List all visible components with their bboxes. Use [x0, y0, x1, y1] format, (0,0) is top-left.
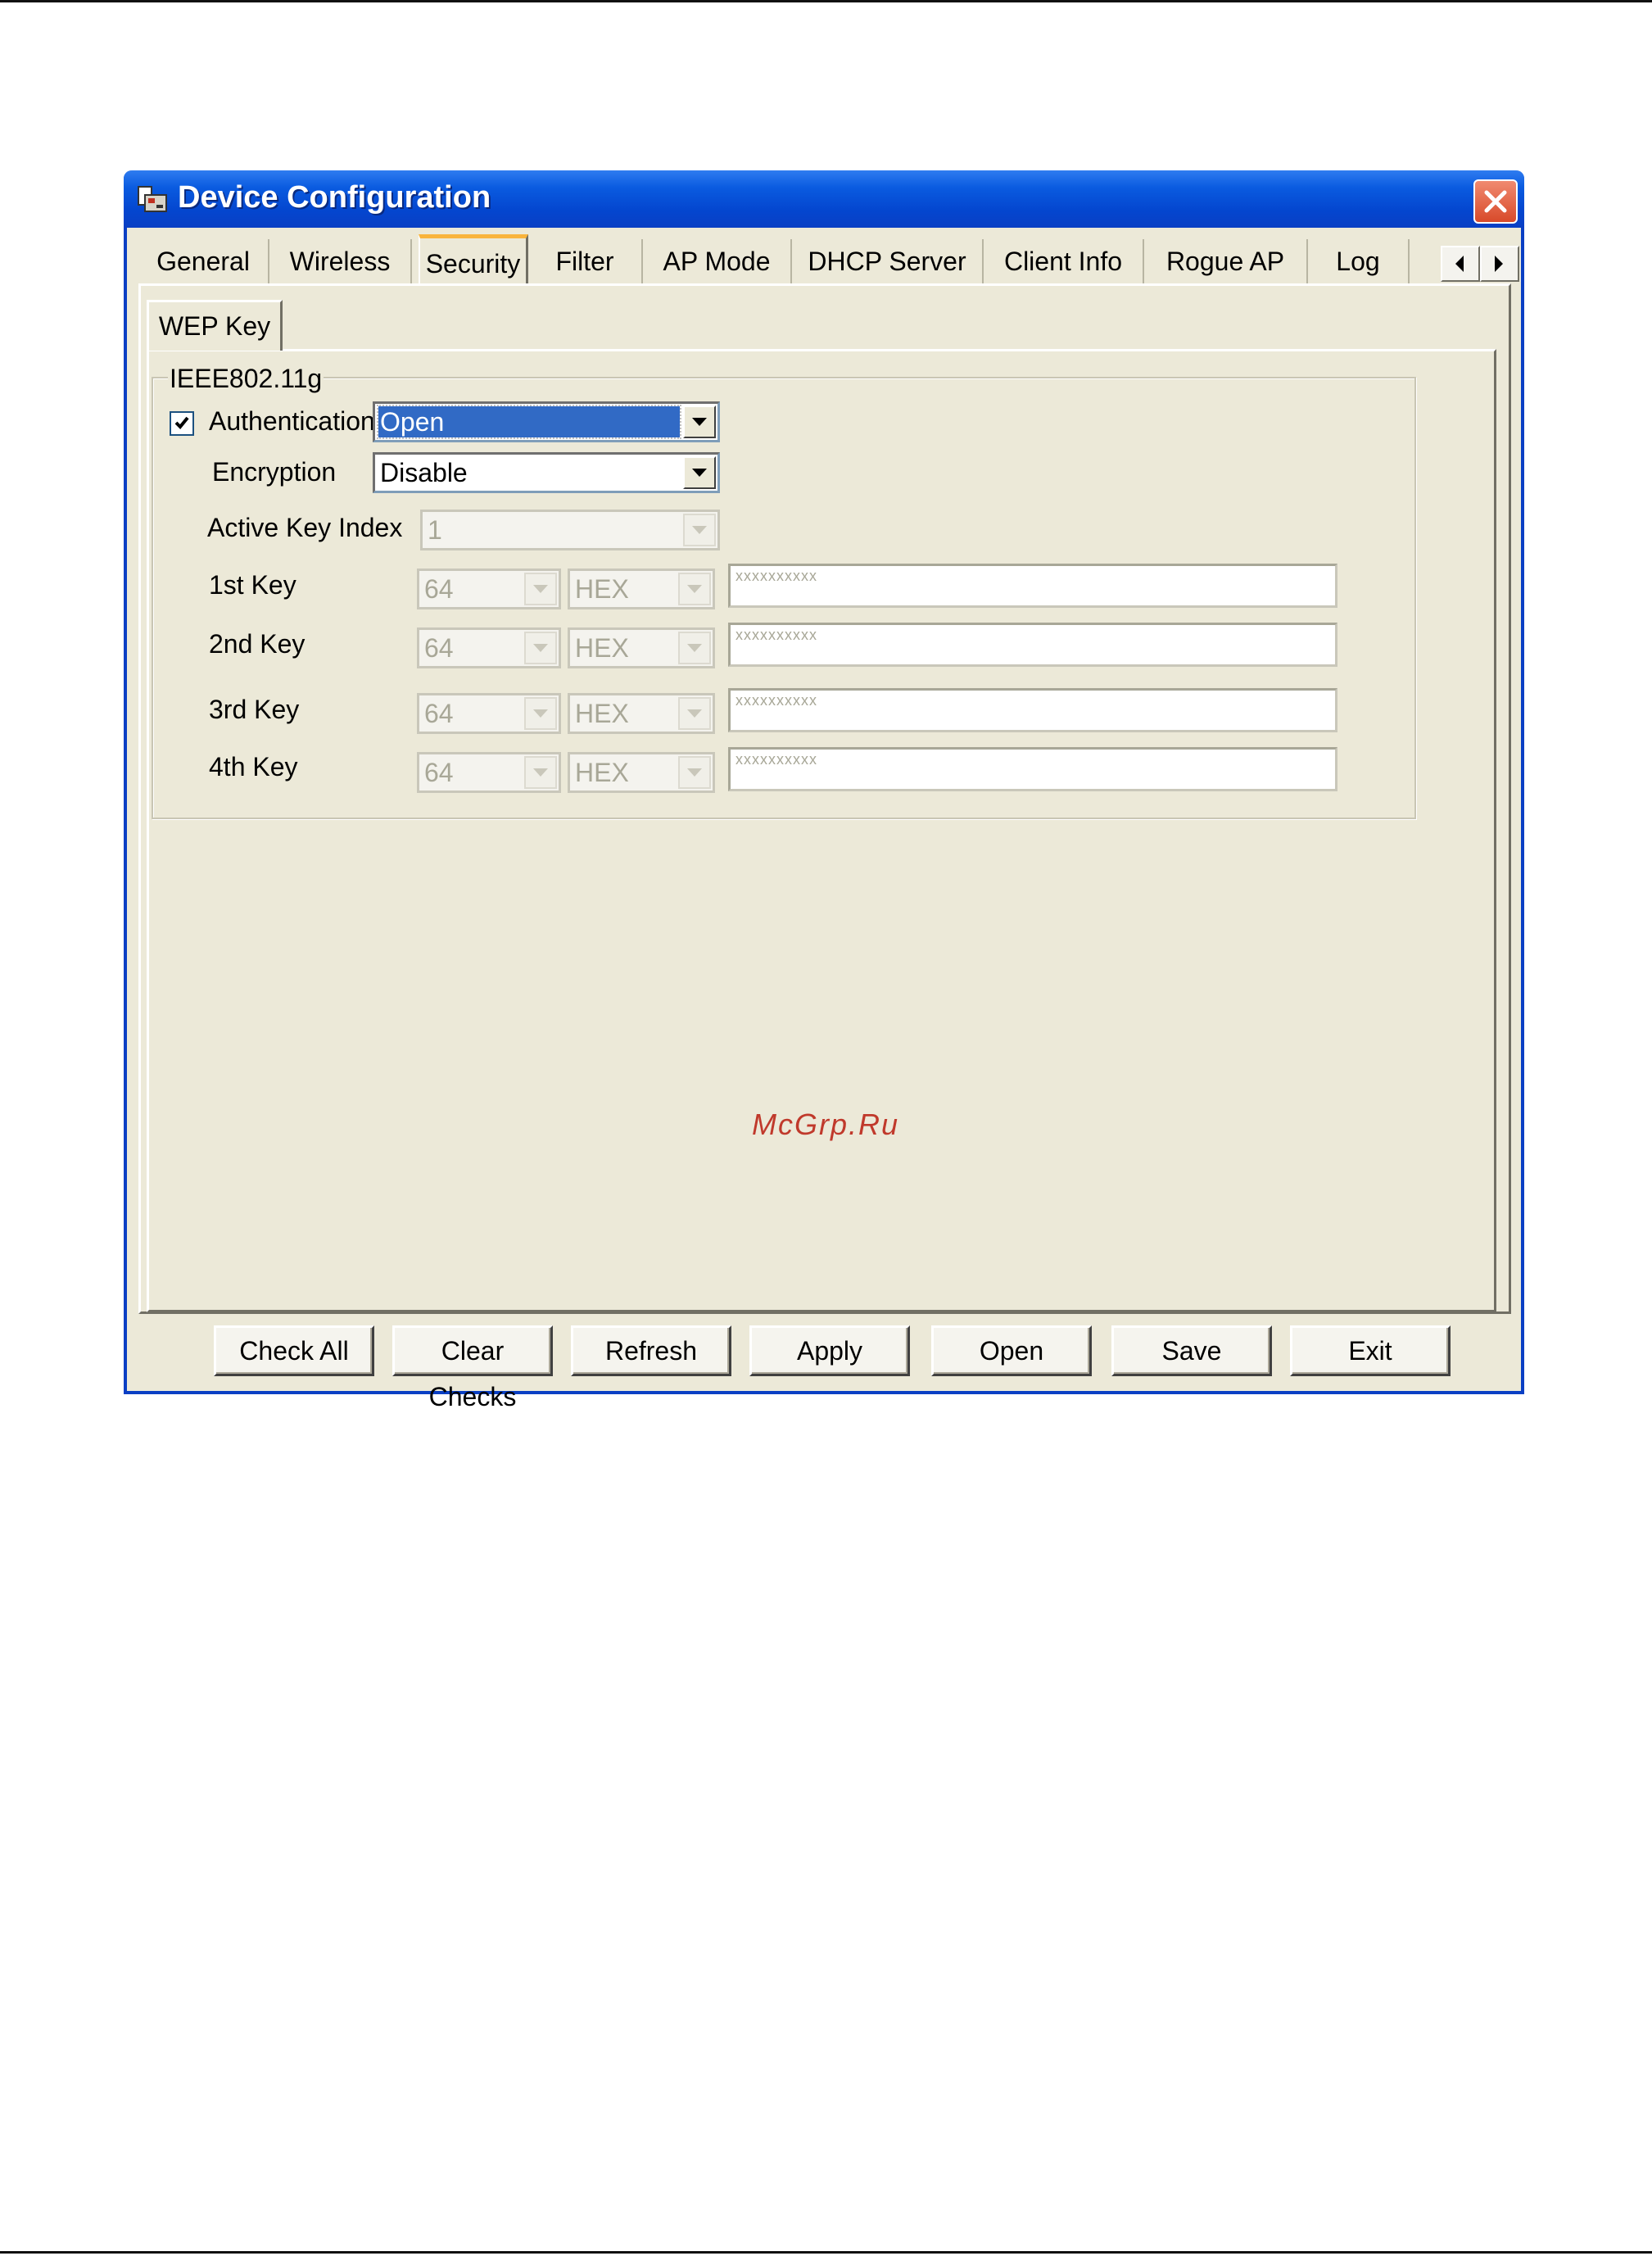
tab-dhcp-server[interactable]: DHCP Server: [792, 239, 984, 283]
key3-input[interactable]: xxxxxxxxxx: [728, 688, 1337, 732]
chevron-down-icon: [687, 585, 702, 593]
key2-value: xxxxxxxxxx: [735, 627, 817, 643]
exit-button[interactable]: Exit: [1290, 1325, 1451, 1376]
window-title: Device Configuration: [178, 180, 491, 215]
title-bar[interactable]: Device Configuration: [124, 170, 1524, 228]
encryption-label: Encryption: [212, 457, 337, 487]
watermark: McGrp.Ru: [752, 1108, 900, 1141]
button-row: Check All Clear Checks Refresh Apply Ope…: [127, 1325, 1521, 1411]
chevron-down-icon: [533, 644, 548, 652]
key4-length-dropdown-button[interactable]: [524, 756, 557, 789]
tab-scroll-right-button[interactable]: [1480, 246, 1519, 282]
page-bottom-rule: [0, 2251, 1652, 2254]
key1-format-value: HEX: [575, 574, 629, 604]
key4-length-select[interactable]: 64: [417, 752, 561, 793]
key1-format-dropdown-button[interactable]: [678, 573, 711, 605]
authentication-dropdown-button[interactable]: [683, 405, 716, 438]
chevron-down-icon: [687, 768, 702, 777]
key4-input[interactable]: xxxxxxxxxx: [728, 747, 1337, 791]
app-icon: [138, 186, 167, 212]
subtab-wep-key[interactable]: WEP Key: [147, 300, 283, 351]
tab-scroll-left-button[interactable]: [1441, 246, 1480, 282]
key4-length-value: 64: [424, 758, 454, 787]
open-button[interactable]: Open: [931, 1325, 1092, 1376]
arrow-right-icon: [1495, 256, 1503, 272]
chevron-down-icon: [533, 709, 548, 718]
tab-strip: General Wireless Security Filter AP Mode…: [138, 234, 1449, 285]
checkmark-icon: [174, 416, 189, 429]
check-all-button[interactable]: Check All: [214, 1325, 374, 1376]
tab-general[interactable]: General: [138, 239, 269, 283]
key2-length-value: 64: [424, 633, 454, 663]
key1-length-select[interactable]: 64: [417, 569, 561, 609]
close-button[interactable]: [1473, 179, 1518, 224]
key2-label: 2nd Key: [209, 629, 306, 659]
key1-length-value: 64: [424, 574, 454, 604]
active-key-index-dropdown-button[interactable]: [683, 514, 716, 546]
tab-filter[interactable]: Filter: [528, 239, 643, 283]
key1-input[interactable]: xxxxxxxxxx: [728, 564, 1337, 608]
page-top-rule: [0, 0, 1652, 2]
encryption-dropdown-button[interactable]: [683, 456, 716, 489]
key2-length-dropdown-button[interactable]: [524, 632, 557, 664]
key2-format-dropdown-button[interactable]: [678, 632, 711, 664]
key4-format-dropdown-button[interactable]: [678, 756, 711, 789]
tab-ap-mode[interactable]: AP Mode: [643, 239, 792, 283]
authentication-checkbox[interactable]: [170, 411, 194, 436]
active-key-index-value: 1: [428, 515, 442, 545]
close-icon: [1484, 190, 1507, 213]
encryption-select[interactable]: Disable: [373, 452, 720, 493]
key3-length-dropdown-button[interactable]: [524, 697, 557, 730]
key3-length-select[interactable]: 64: [417, 693, 561, 734]
key2-length-select[interactable]: 64: [417, 627, 561, 668]
key1-format-select[interactable]: HEX: [568, 569, 715, 609]
chevron-down-icon: [692, 526, 707, 534]
active-key-index-select[interactable]: 1: [420, 510, 720, 550]
key2-input[interactable]: xxxxxxxxxx: [728, 623, 1337, 667]
apply-button[interactable]: Apply: [749, 1325, 910, 1376]
key3-length-value: 64: [424, 699, 454, 728]
clear-checks-button[interactable]: Clear Checks: [392, 1325, 553, 1411]
key2-format-value: HEX: [575, 633, 629, 663]
tab-wireless[interactable]: Wireless: [269, 239, 412, 283]
chevron-down-icon: [687, 644, 702, 652]
tab-client-info[interactable]: Client Info: [984, 239, 1144, 283]
chevron-down-icon: [533, 585, 548, 593]
key4-value: xxxxxxxxxx: [735, 751, 817, 768]
save-button[interactable]: Save: [1111, 1325, 1272, 1376]
active-key-index-label: Active Key Index: [207, 513, 403, 542]
arrow-left-icon: [1455, 256, 1464, 272]
chevron-down-icon: [692, 469, 707, 477]
group-title: IEEE802.11g: [168, 364, 324, 394]
key3-value: xxxxxxxxxx: [735, 692, 817, 709]
authentication-value: Open: [377, 405, 681, 439]
key3-format-value: HEX: [575, 699, 629, 728]
key1-label: 1st Key: [209, 570, 296, 600]
chevron-down-icon: [692, 418, 707, 426]
encryption-value: Disable: [380, 458, 468, 487]
key3-format-dropdown-button[interactable]: [678, 697, 711, 730]
key1-value: xxxxxxxxxx: [735, 568, 817, 584]
chevron-down-icon: [533, 768, 548, 777]
tab-rogue-ap[interactable]: Rogue AP: [1144, 239, 1308, 283]
device-configuration-window: Device Configuration General Wireless Se…: [124, 170, 1524, 1411]
key2-format-select[interactable]: HEX: [568, 627, 715, 668]
key1-length-dropdown-button[interactable]: [524, 573, 557, 605]
tab-log[interactable]: Log: [1308, 239, 1410, 283]
key3-label: 3rd Key: [209, 695, 300, 724]
tab-security[interactable]: Security: [419, 234, 528, 285]
key3-format-select[interactable]: HEX: [568, 693, 715, 734]
authentication-select[interactable]: Open: [373, 401, 720, 442]
key4-format-value: HEX: [575, 758, 629, 787]
chevron-down-icon: [687, 709, 702, 718]
refresh-button[interactable]: Refresh: [571, 1325, 731, 1376]
key4-format-select[interactable]: HEX: [568, 752, 715, 793]
authentication-label: Authentication: [209, 406, 375, 436]
key4-label: 4th Key: [209, 752, 298, 781]
